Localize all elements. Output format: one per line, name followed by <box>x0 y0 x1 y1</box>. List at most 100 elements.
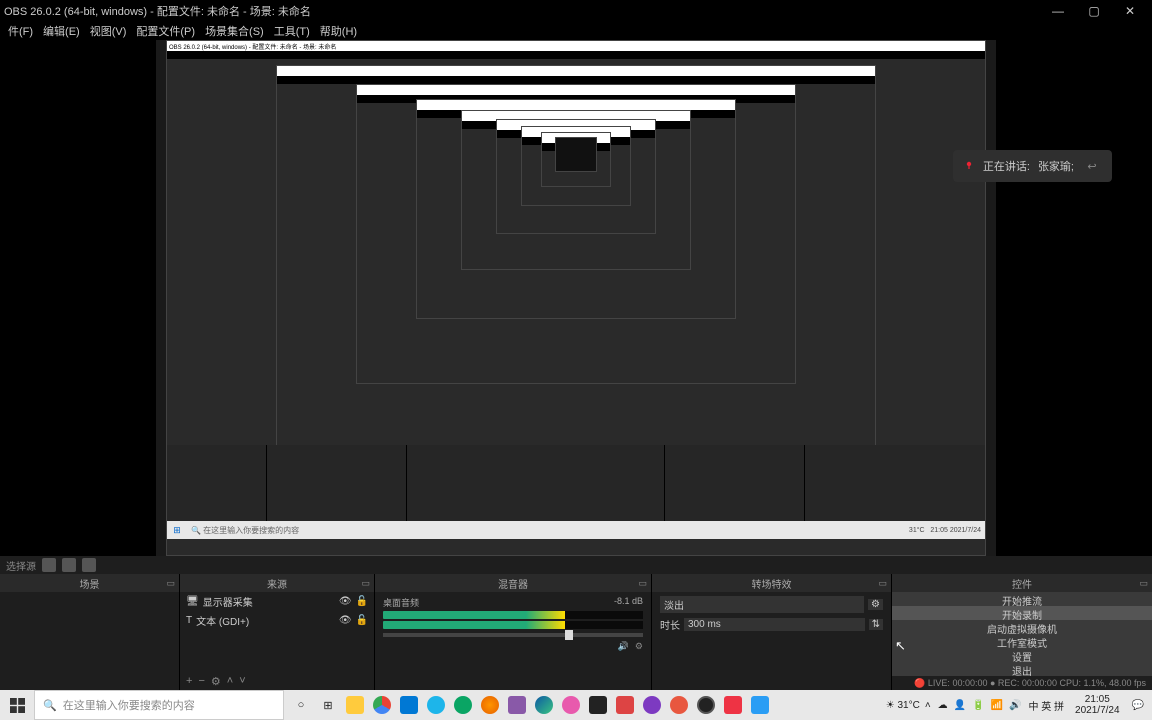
speaker-icon[interactable]: 🔊 <box>618 641 629 652</box>
popout-icon[interactable]: ▭ <box>638 578 647 589</box>
menu-file[interactable]: 件(F) <box>4 23 37 39</box>
taskview-icon[interactable]: ⊞ <box>315 691 341 719</box>
duration-stepper[interactable]: ⇅ <box>869 619 883 630</box>
gear-icon[interactable]: ⚙ <box>635 641 643 652</box>
vscode-icon[interactable] <box>396 691 422 719</box>
settings-button[interactable]: 设置 <box>892 648 1152 662</box>
tray-icon[interactable]: ☁ <box>936 700 950 711</box>
popout-icon[interactable]: ▭ <box>166 578 175 589</box>
transition-settings-icon[interactable]: ⚙ <box>868 599 883 610</box>
tool-icon[interactable] <box>62 558 76 572</box>
tray-volume-icon[interactable]: 🔊 <box>1007 700 1023 711</box>
no-source-label: 选择源 <box>6 558 36 573</box>
scenes-header: 场景 <box>80 576 100 591</box>
level-meter <box>383 611 643 619</box>
popout-icon[interactable]: ▭ <box>878 578 887 589</box>
notifications-icon[interactable]: 💬 <box>1128 700 1148 711</box>
visibility-icon[interactable]: 👁 <box>339 596 352 607</box>
duration-input[interactable]: 300 ms <box>684 618 865 631</box>
weather-widget[interactable]: ☀ 31°C <box>886 700 920 711</box>
app-icon[interactable] <box>747 691 773 719</box>
explorer-icon[interactable] <box>342 691 368 719</box>
menu-view[interactable]: 视图(V) <box>86 23 131 39</box>
menu-help[interactable]: 帮助(H) <box>316 23 361 39</box>
start-button[interactable] <box>0 690 34 720</box>
duration-label: 时长 <box>660 617 680 632</box>
chrome-icon[interactable] <box>369 691 395 719</box>
taskbar-clock[interactable]: 21:05 2021/7/24 <box>1069 694 1126 716</box>
source-item-display[interactable]: 🖥 显示器采集 👁 🔓 <box>180 592 374 611</box>
search-icon: 🔍 <box>43 699 57 712</box>
tool-icon[interactable] <box>42 558 56 572</box>
popout-icon[interactable]: ▭ <box>361 578 370 589</box>
maximize-button[interactable]: ▢ <box>1076 0 1112 22</box>
app-icon[interactable] <box>450 691 476 719</box>
tool-icon[interactable] <box>82 558 96 572</box>
source-settings-icon[interactable]: ⚙ <box>211 675 221 688</box>
move-down-icon[interactable]: ˅ <box>239 675 245 687</box>
start-streaming-button[interactable]: 开始推流 <box>892 592 1152 606</box>
app-icon[interactable] <box>666 691 692 719</box>
visibility-icon[interactable]: 👁 <box>339 615 352 626</box>
windows-taskbar: 🔍 在这里输入你要搜索的内容 ○ ⊞ ☀ 31°C ˄ ☁ 👤 🔋 📶 🔊 中 … <box>0 690 1152 720</box>
tray-icon[interactable]: 📶 <box>989 700 1005 711</box>
ime-indicator[interactable]: 中 英 拼 <box>1025 698 1067 713</box>
app-icon[interactable] <box>720 691 746 719</box>
sources-panel: 来源 ▭ 🖥 显示器采集 👁 🔓 T 文本 (GDI+) 👁 🔓 + − <box>180 574 375 690</box>
transitions-panel: 转场特效 ▭ 淡出 ⚙ 时长 300 ms ⇅ <box>652 574 892 690</box>
sources-header: 来源 <box>267 576 287 591</box>
lock-icon[interactable]: 🔓 <box>356 596 368 607</box>
tray-icon[interactable]: 🔋 <box>970 700 986 711</box>
move-up-icon[interactable]: ˄ <box>227 675 233 687</box>
transitions-header: 转场特效 <box>752 576 792 591</box>
cortana-icon[interactable]: ○ <box>288 691 314 719</box>
sources-footer: + − ⚙ ˄ ˅ <box>180 672 374 690</box>
search-placeholder: 在这里输入你要搜索的内容 <box>63 697 195 713</box>
channel-name: 桌面音频 <box>383 596 419 609</box>
transition-select[interactable]: 淡出 <box>660 596 864 613</box>
start-virtualcam-button[interactable]: 启动虚拟摄像机 <box>892 620 1152 634</box>
tray-icon[interactable]: 👤 <box>952 700 968 711</box>
system-tray: ☀ 31°C ˄ ☁ 👤 🔋 📶 🔊 中 英 拼 21:05 2021/7/24… <box>882 694 1152 716</box>
tray-chevron-icon[interactable]: ˄ <box>922 700 934 711</box>
app-icon[interactable] <box>585 691 611 719</box>
edge-icon[interactable] <box>531 691 557 719</box>
mixer-channel-desktop: 桌面音频 -8.1 dB 🔊 ⚙ <box>375 592 651 656</box>
speaking-label: 正在讲话: <box>983 158 1030 174</box>
controls-panel: 控件▭ 开始推流 开始录制 启动虚拟摄像机 工作室模式 设置 退出 🔴 LIVE… <box>892 574 1152 690</box>
firefox-icon[interactable] <box>477 691 503 719</box>
source-item-text[interactable]: T 文本 (GDI+) 👁 🔓 <box>180 611 374 630</box>
remove-source-button[interactable]: − <box>198 675 204 687</box>
lock-icon[interactable]: 🔓 <box>356 615 368 626</box>
app-icon[interactable] <box>504 691 530 719</box>
sources-list[interactable]: 🖥 显示器采集 👁 🔓 T 文本 (GDI+) 👁 🔓 <box>180 592 374 672</box>
source-toolbar: 选择源 <box>0 556 1152 574</box>
taskbar-search[interactable]: 🔍 在这里输入你要搜索的内容 <box>34 690 284 720</box>
add-source-button[interactable]: + <box>186 675 192 687</box>
exit-button[interactable]: 退出 <box>892 662 1152 676</box>
taskbar-apps: ○ ⊞ <box>284 691 777 719</box>
menu-profile[interactable]: 配置文件(P) <box>132 23 199 39</box>
mic-icon <box>963 160 975 172</box>
obs-icon[interactable] <box>693 691 719 719</box>
volume-slider[interactable] <box>383 633 643 637</box>
app-icon[interactable] <box>612 691 638 719</box>
menu-edit[interactable]: 编辑(E) <box>39 23 84 39</box>
minimize-button[interactable]: — <box>1040 0 1076 22</box>
menu-scene-collection[interactable]: 场景集合(S) <box>201 23 268 39</box>
text-source-icon: T <box>186 615 192 626</box>
start-recording-button[interactable]: 开始录制 <box>892 606 1152 620</box>
reply-icon[interactable]: ↩ <box>1082 160 1102 173</box>
app-icon[interactable] <box>423 691 449 719</box>
studio-mode-button[interactable]: 工作室模式 <box>892 634 1152 648</box>
popout-icon[interactable]: ▭ <box>1139 578 1148 589</box>
app-icon[interactable] <box>639 691 665 719</box>
mixer-header: 混音器 <box>498 576 528 591</box>
display-capture-icon: 🖥 <box>186 596 199 607</box>
preview-area[interactable]: OBS 26.0.2 (64-bit, windows) - 配置文件: 未命名… <box>0 40 1152 556</box>
app-icon[interactable] <box>558 691 584 719</box>
menu-tools[interactable]: 工具(T) <box>270 23 314 39</box>
controls-header: 控件 <box>1012 576 1032 591</box>
scenes-list[interactable] <box>0 592 179 690</box>
close-button[interactable]: ✕ <box>1112 0 1148 22</box>
